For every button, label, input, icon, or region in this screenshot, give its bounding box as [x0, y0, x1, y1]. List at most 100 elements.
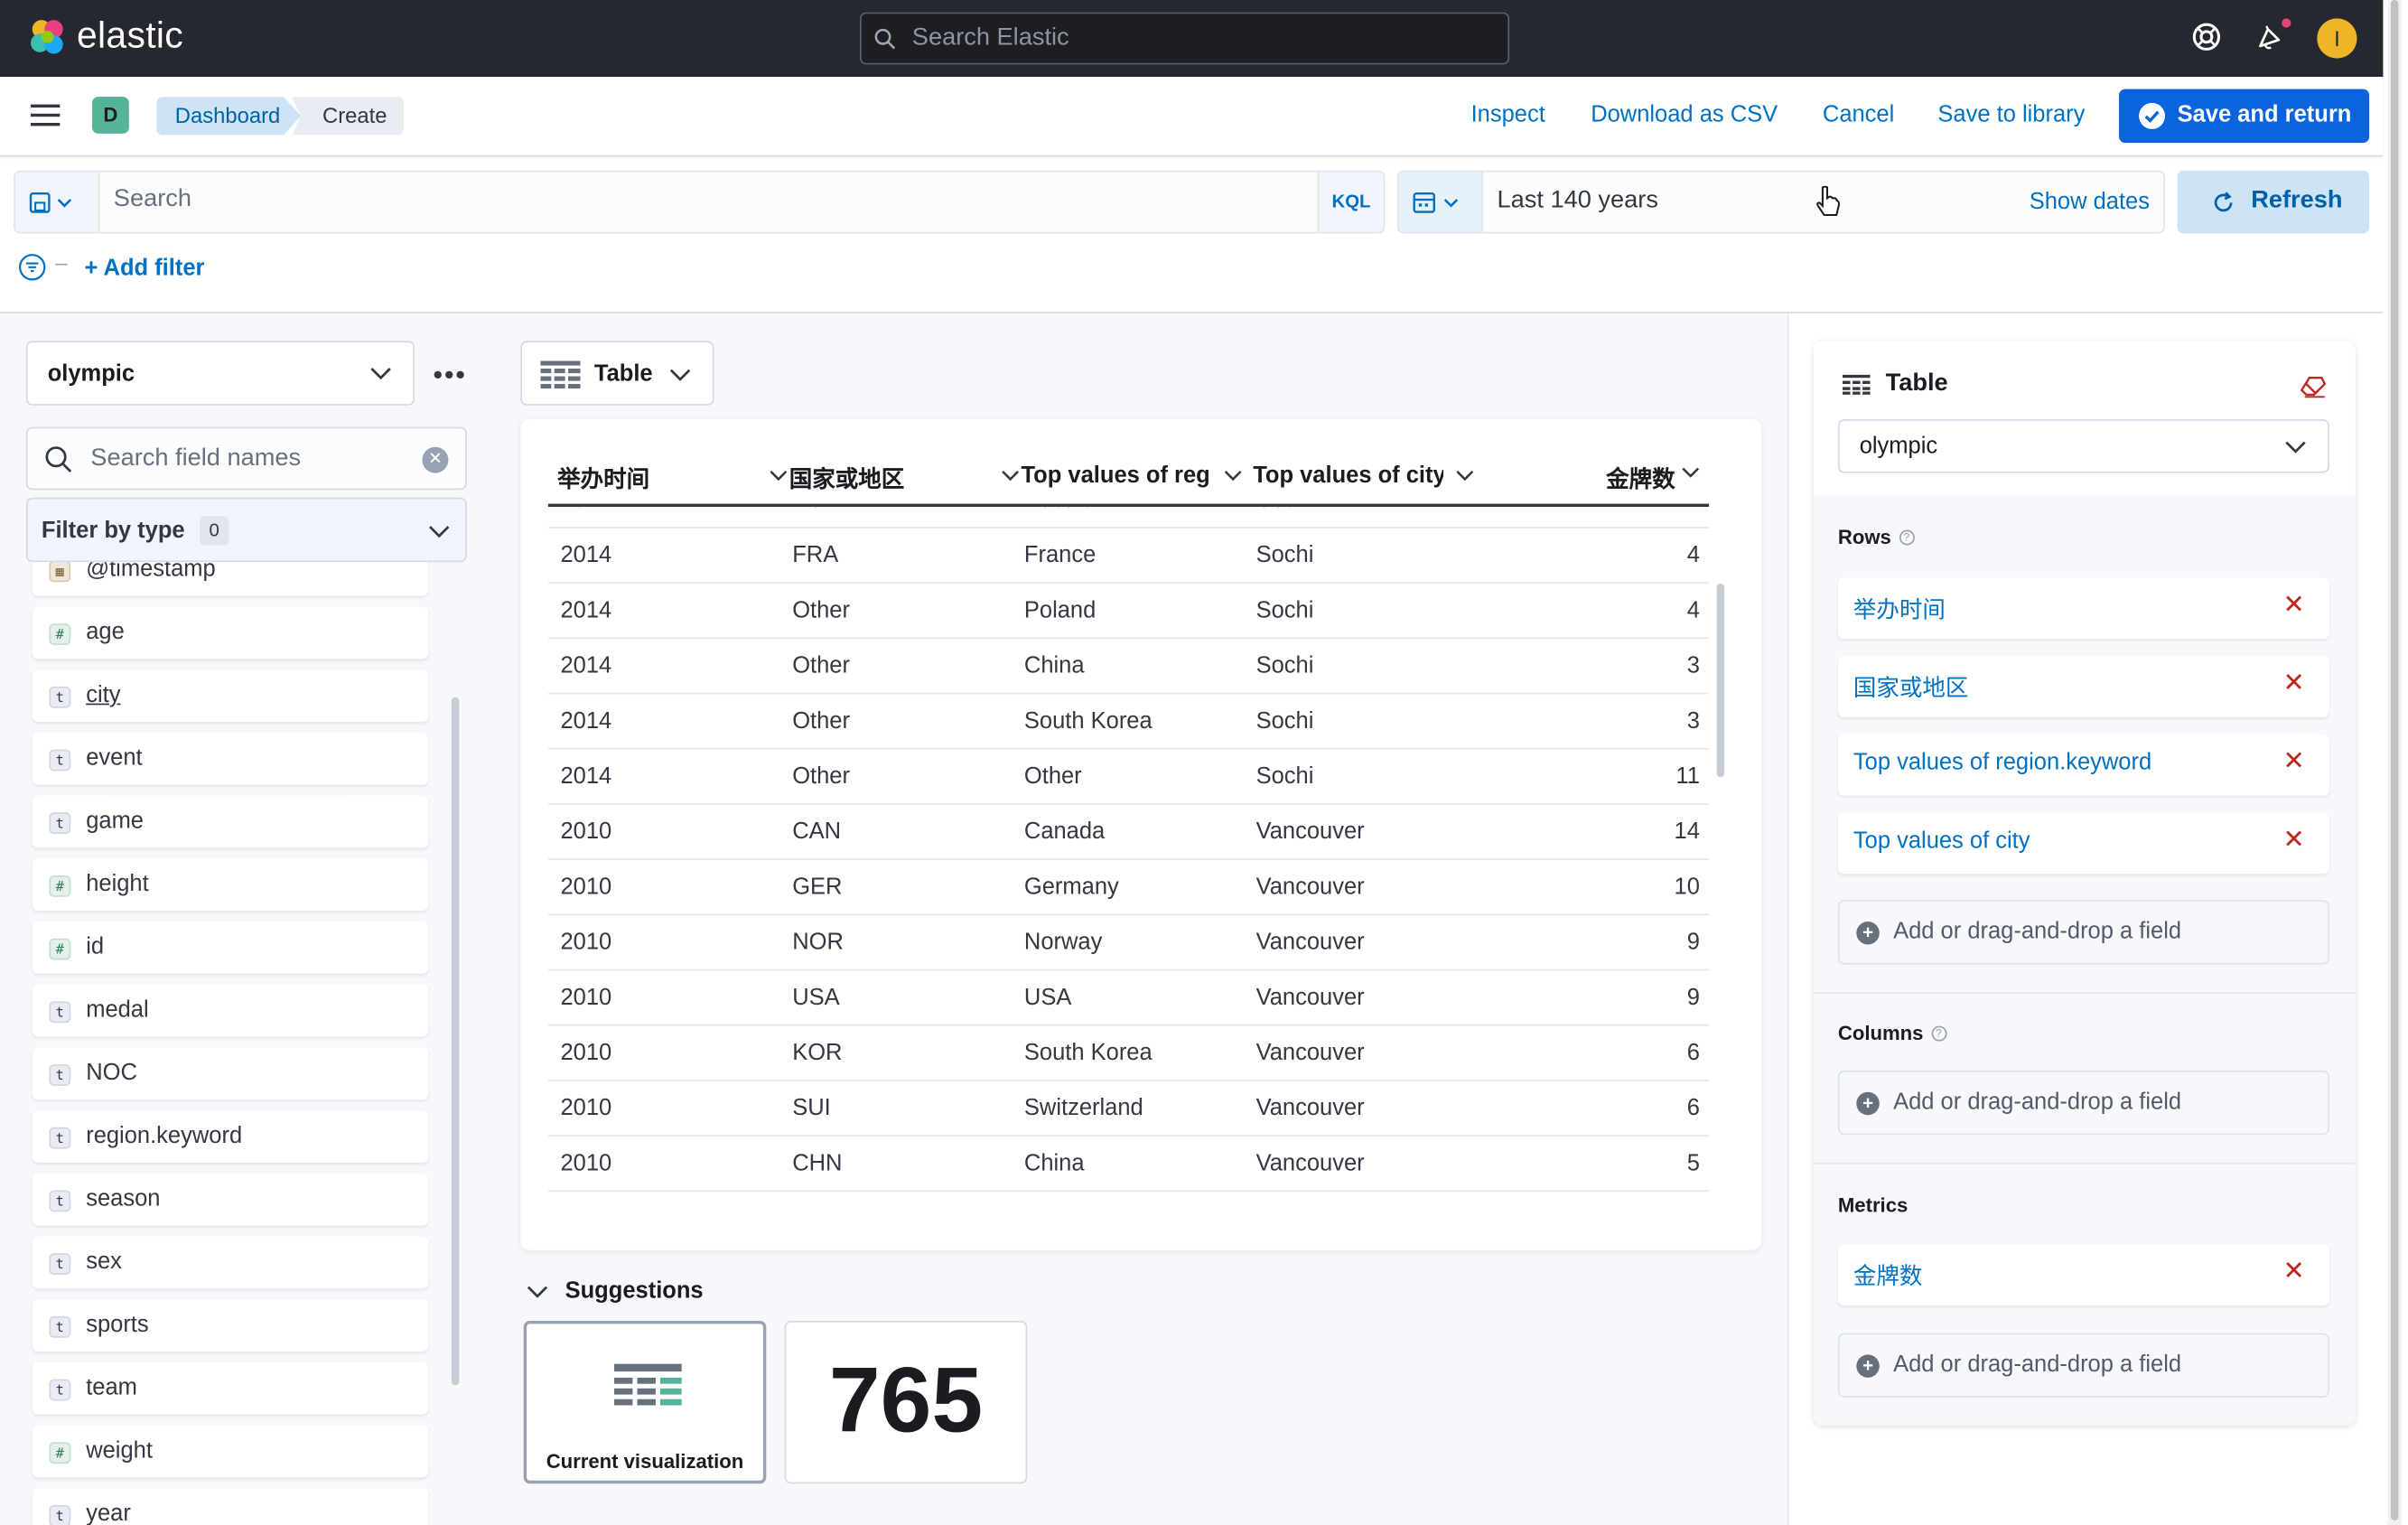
menu-toggle-icon[interactable] — [31, 104, 61, 126]
string-type-icon: t — [49, 686, 71, 708]
table-cell: 2014 — [560, 762, 612, 790]
table-cell: China — [1023, 1150, 1085, 1177]
field-item-city[interactable]: t city — [32, 669, 429, 722]
download-csv-button[interactable]: Download as CSV — [1591, 101, 1778, 127]
help-icon[interactable]: ? — [1899, 529, 1915, 546]
field-item-timestamp[interactable]: ▦ @timestamp — [32, 562, 429, 596]
field-item-year[interactable]: t year — [32, 1488, 429, 1525]
row-dimension-item[interactable]: Top values of region.keyword ✕ — [1837, 734, 2329, 796]
row-dimension-item[interactable]: 举办时间 ✕ — [1837, 577, 2329, 640]
page-scrollbar[interactable] — [2387, 0, 2402, 1525]
field-item-medal[interactable]: t medal — [32, 984, 429, 1037]
table-row: 2010 NOR Norway Vancouver 9 — [547, 915, 1710, 971]
field-item-sex[interactable]: t sex — [32, 1236, 429, 1289]
field-name: season — [86, 1185, 161, 1212]
table-cell: 2014 — [560, 707, 612, 734]
help-icon[interactable] — [2189, 20, 2223, 53]
save-to-library-button[interactable]: Save to library — [1937, 101, 2085, 127]
add-column-field-button[interactable]: + Add or drag-and-drop a field — [1837, 1070, 2329, 1136]
remove-icon[interactable]: ✕ — [2282, 590, 2304, 621]
filter-menu-icon[interactable] — [18, 254, 46, 282]
field-item-weight[interactable]: # weight — [32, 1425, 429, 1478]
suggestion-current-visualization[interactable]: Current visualization — [523, 1321, 767, 1484]
data-view-selector[interactable]: olympic — [25, 341, 415, 406]
field-search-input[interactable]: Search field names ✕ — [25, 426, 467, 491]
row-dimension-item[interactable]: Top values of city ✕ — [1837, 812, 2329, 875]
clear-search-icon[interactable]: ✕ — [422, 446, 449, 473]
field-name: event — [86, 744, 143, 772]
remove-icon[interactable]: ✕ — [2282, 746, 2304, 777]
column-header[interactable]: Top values of city — [1253, 463, 1474, 489]
chevron-down-icon — [1682, 467, 1700, 478]
space-avatar[interactable]: D — [92, 97, 129, 134]
rows-label: Rows — [1837, 525, 1891, 548]
table-cell: Sochi — [1255, 762, 1314, 790]
column-header[interactable]: 国家或地区 — [789, 463, 1020, 495]
filter-by-type-button[interactable]: Filter by type 0 — [25, 497, 467, 563]
layer-data-view-selector[interactable]: olympic — [1837, 419, 2329, 473]
field-item-id[interactable]: # id — [32, 922, 429, 974]
brand-name[interactable]: elastic — [77, 15, 183, 59]
table-cell: 2014 — [561, 507, 612, 513]
elastic-logo-icon[interactable] — [28, 17, 68, 57]
column-header[interactable]: 金牌数 — [1606, 463, 1700, 495]
data-table-scrollbar[interactable] — [1716, 584, 1725, 778]
column-header-label: 国家或地区 — [789, 466, 905, 493]
field-item-region-keyword[interactable]: t region.keyword — [32, 1110, 429, 1163]
field-item-noc[interactable]: t NOC — [32, 1047, 429, 1100]
field-list: ▦ @timestamp # age t city t event t game # height # i… — [0, 562, 461, 1525]
show-dates-button[interactable]: Show dates — [2030, 189, 2150, 215]
remove-icon[interactable]: ✕ — [2282, 825, 2304, 856]
columns-label: Columns — [1837, 1021, 1924, 1045]
field-item-season[interactable]: t season — [32, 1173, 429, 1226]
user-avatar[interactable]: I — [2317, 18, 2357, 59]
field-item-height[interactable]: # height — [32, 858, 429, 912]
table-cell: Other — [1023, 762, 1082, 790]
quick-menu-button[interactable] — [1398, 172, 1484, 232]
add-metric-field-button[interactable]: + Add or drag-and-drop a field — [1837, 1333, 2329, 1398]
add-filter-button[interactable]: + Add filter — [85, 255, 205, 281]
table-cell: Sochi — [1255, 542, 1314, 568]
table-row: 2014 Other South Korea Sochi 3 — [547, 694, 1710, 750]
help-icon[interactable]: ? — [1930, 1025, 1946, 1042]
add-row-field-button[interactable]: + Add or drag-and-drop a field — [1837, 900, 2329, 965]
table-cell: Norway — [1023, 929, 1103, 956]
table-cell: France — [1023, 542, 1097, 568]
field-name: sports — [86, 1311, 149, 1338]
chart-type-switcher[interactable]: Table — [520, 341, 714, 406]
check-icon — [2139, 102, 2165, 129]
field-item-team[interactable]: t team — [32, 1361, 429, 1415]
clear-layer-icon[interactable] — [2300, 375, 2327, 398]
string-type-icon: t — [49, 1505, 71, 1525]
field-item-sports[interactable]: t sports — [32, 1299, 429, 1352]
query-input[interactable]: Search — [114, 186, 191, 214]
saved-query-menu[interactable] — [15, 172, 100, 232]
time-range-label[interactable]: Last 140 years — [1498, 187, 1658, 215]
inspect-button[interactable]: Inspect — [1471, 101, 1545, 127]
field-item-age[interactable]: # age — [32, 606, 429, 660]
kql-toggle-button[interactable]: KQL — [1317, 172, 1384, 232]
remove-icon[interactable]: ✕ — [2282, 669, 2304, 699]
table-cell: Sochi — [1255, 652, 1314, 679]
save-and-return-button[interactable]: Save and return — [2119, 89, 2370, 144]
row-dimension-item[interactable]: 国家或地区 ✕ — [1837, 655, 2329, 717]
field-list-scrollbar[interactable] — [451, 697, 460, 1386]
metric-item[interactable]: 金牌数 ✕ — [1837, 1244, 2329, 1305]
table-cell: 5 — [1686, 1150, 1700, 1177]
field-name: @timestamp — [86, 562, 216, 583]
cancel-button[interactable]: Cancel — [1823, 101, 1894, 127]
column-header[interactable]: 举办时间 — [557, 463, 788, 495]
breadcrumb-dashboard[interactable]: Dashboard — [156, 97, 302, 136]
chevron-down-icon — [527, 1286, 548, 1298]
field-item-game[interactable]: t game — [32, 795, 429, 848]
suggestion-metric[interactable]: 765 — [784, 1321, 1028, 1484]
field-item-event[interactable]: t event — [32, 732, 429, 785]
filter-separator: – — [55, 250, 68, 276]
refresh-button[interactable]: Refresh — [2177, 170, 2370, 234]
column-header[interactable]: Top values of reg — [1022, 463, 1243, 489]
table-cell: FRA — [792, 542, 839, 568]
plus-icon: + — [1856, 1354, 1880, 1378]
data-view-actions-icon[interactable]: ••• — [433, 360, 466, 392]
global-search-input[interactable]: Search Elastic — [860, 12, 1510, 65]
remove-icon[interactable]: ✕ — [2282, 1257, 2304, 1287]
